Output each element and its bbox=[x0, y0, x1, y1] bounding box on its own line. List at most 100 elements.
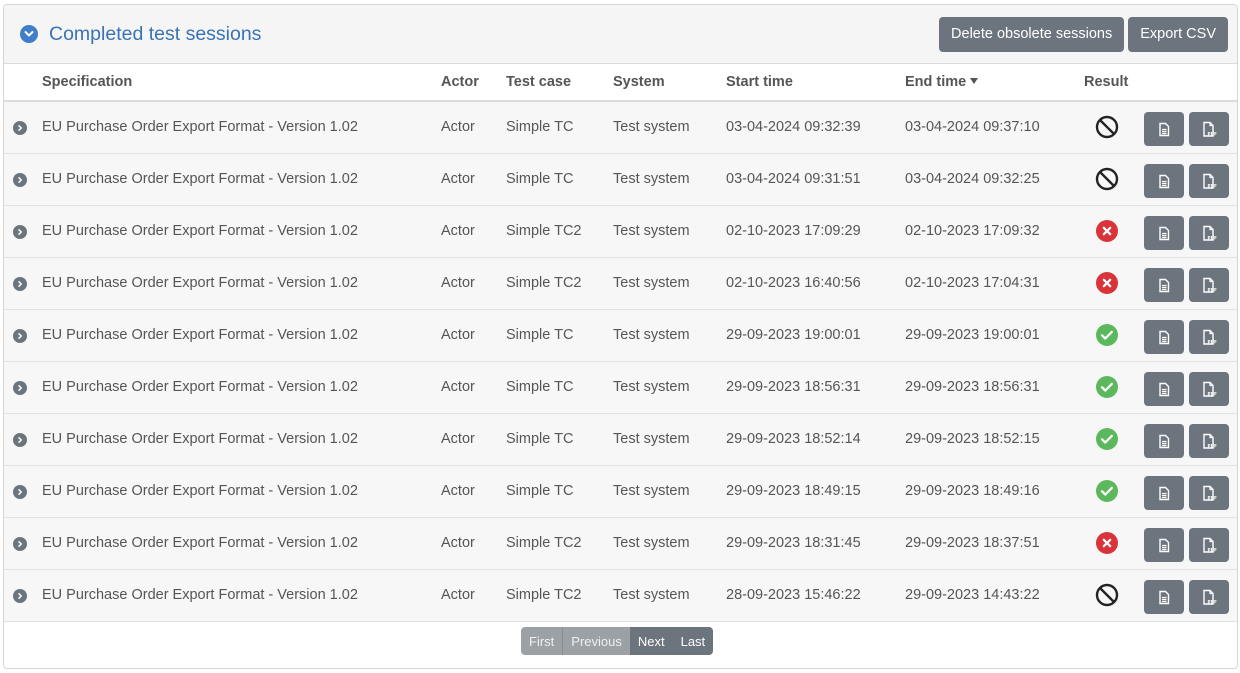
cell-end-time: 29-09-2023 18:56:31 bbox=[905, 379, 1040, 395]
view-report-button[interactable] bbox=[1144, 268, 1184, 302]
export-pdf-button[interactable]: PDF bbox=[1189, 372, 1229, 406]
pdf-report-icon: PDF bbox=[1201, 433, 1217, 450]
table-row[interactable]: EU Purchase Order Export Format - Versio… bbox=[4, 310, 1237, 362]
next-page-button[interactable]: Next bbox=[629, 627, 673, 655]
view-report-button[interactable] bbox=[1144, 424, 1184, 458]
svg-text:PDF: PDF bbox=[1208, 131, 1218, 136]
table-row[interactable]: EU Purchase Order Export Format - Versio… bbox=[4, 102, 1237, 154]
view-report-button[interactable] bbox=[1144, 580, 1184, 614]
table-row[interactable]: EU Purchase Order Export Format - Versio… bbox=[4, 518, 1237, 570]
failure-x-icon bbox=[1095, 531, 1119, 555]
table-row[interactable]: EU Purchase Order Export Format - Versio… bbox=[4, 414, 1237, 466]
undefined-prohibited-icon bbox=[1095, 115, 1119, 139]
view-report-button[interactable] bbox=[1144, 112, 1184, 146]
table-row[interactable]: EU Purchase Order Export Format - Versio… bbox=[4, 258, 1237, 310]
chevron-right-icon[interactable] bbox=[13, 589, 27, 603]
table-row[interactable]: EU Purchase Order Export Format - Versio… bbox=[4, 206, 1237, 258]
chevron-right-icon[interactable] bbox=[13, 121, 27, 135]
cell-system: Test system bbox=[613, 223, 690, 239]
document-icon bbox=[1157, 330, 1171, 345]
view-report-button[interactable] bbox=[1144, 528, 1184, 562]
cell-actor: Actor bbox=[441, 379, 475, 395]
chevron-right-icon[interactable] bbox=[13, 381, 27, 395]
column-header-test-case[interactable]: Test case bbox=[506, 74, 571, 90]
sessions-table-body: EU Purchase Order Export Format - Versio… bbox=[4, 102, 1237, 622]
previous-page-button[interactable]: Previous bbox=[563, 627, 630, 655]
success-check-icon bbox=[1095, 375, 1119, 399]
svg-text:PDF: PDF bbox=[1208, 547, 1218, 552]
svg-text:PDF: PDF bbox=[1208, 339, 1218, 344]
document-icon bbox=[1157, 278, 1171, 293]
panel-header[interactable]: Completed test sessions Delete obsolete … bbox=[4, 5, 1237, 64]
document-icon bbox=[1157, 382, 1171, 397]
cell-specification: EU Purchase Order Export Format - Versio… bbox=[42, 379, 358, 395]
cell-test-case: Simple TC2 bbox=[506, 535, 582, 551]
export-pdf-button[interactable]: PDF bbox=[1189, 320, 1229, 354]
column-header-result: Result bbox=[1084, 74, 1129, 90]
export-pdf-button[interactable]: PDF bbox=[1189, 112, 1229, 146]
cell-system: Test system bbox=[613, 431, 690, 447]
pdf-report-icon: PDF bbox=[1201, 277, 1217, 294]
table-header: Specification Actor Test case System Sta… bbox=[4, 64, 1237, 102]
cell-start-time: 02-10-2023 17:09:29 bbox=[726, 223, 861, 239]
view-report-button[interactable] bbox=[1144, 372, 1184, 406]
table-row[interactable]: EU Purchase Order Export Format - Versio… bbox=[4, 466, 1237, 518]
table-row[interactable]: EU Purchase Order Export Format - Versio… bbox=[4, 362, 1237, 414]
cell-specification: EU Purchase Order Export Format - Versio… bbox=[42, 119, 358, 135]
chevron-right-icon[interactable] bbox=[13, 433, 27, 447]
cell-test-case: Simple TC bbox=[506, 119, 574, 135]
view-report-button[interactable] bbox=[1144, 320, 1184, 354]
column-header-start-time[interactable]: Start time bbox=[726, 74, 793, 90]
chevron-right-icon[interactable] bbox=[13, 537, 27, 551]
table-row[interactable]: EU Purchase Order Export Format - Versio… bbox=[4, 154, 1237, 206]
export-pdf-button[interactable]: PDF bbox=[1189, 580, 1229, 614]
export-pdf-button[interactable]: PDF bbox=[1189, 476, 1229, 510]
cell-test-case: Simple TC bbox=[506, 171, 574, 187]
column-header-specification[interactable]: Specification bbox=[42, 74, 132, 90]
header-actions: Delete obsolete sessions Export CSV bbox=[939, 16, 1228, 52]
undefined-prohibited-icon bbox=[1095, 583, 1119, 607]
cell-actor: Actor bbox=[441, 223, 475, 239]
svg-text:PDF: PDF bbox=[1208, 235, 1218, 240]
document-icon bbox=[1157, 226, 1171, 241]
export-pdf-button[interactable]: PDF bbox=[1189, 528, 1229, 562]
chevron-down-icon[interactable] bbox=[20, 25, 38, 43]
column-header-actor[interactable]: Actor bbox=[441, 74, 479, 90]
view-report-button[interactable] bbox=[1144, 164, 1184, 198]
pdf-report-icon: PDF bbox=[1201, 485, 1217, 502]
end-time-label: End time bbox=[905, 74, 967, 90]
chevron-right-icon[interactable] bbox=[13, 173, 27, 187]
chevron-right-icon[interactable] bbox=[13, 225, 27, 239]
export-pdf-button[interactable]: PDF bbox=[1189, 164, 1229, 198]
cell-start-time: 29-09-2023 19:00:01 bbox=[726, 327, 861, 343]
chevron-right-icon[interactable] bbox=[13, 329, 27, 343]
view-report-button[interactable] bbox=[1144, 476, 1184, 510]
cell-system: Test system bbox=[613, 119, 690, 135]
cell-system: Test system bbox=[613, 535, 690, 551]
chevron-right-icon[interactable] bbox=[13, 485, 27, 499]
table-row[interactable]: EU Purchase Order Export Format - Versio… bbox=[4, 570, 1237, 622]
last-page-button[interactable]: Last bbox=[672, 627, 714, 655]
svg-text:PDF: PDF bbox=[1208, 183, 1218, 188]
completed-sessions-panel: Completed test sessions Delete obsolete … bbox=[3, 4, 1238, 669]
cell-start-time: 03-04-2024 09:32:39 bbox=[726, 119, 861, 135]
failure-x-icon bbox=[1095, 219, 1119, 243]
chevron-right-icon[interactable] bbox=[13, 277, 27, 291]
first-page-button[interactable]: First bbox=[521, 627, 563, 655]
sort-descending-icon bbox=[970, 78, 979, 84]
pagination: First Previous Next Last bbox=[521, 627, 714, 655]
cell-system: Test system bbox=[613, 587, 690, 603]
delete-obsolete-sessions-button[interactable]: Delete obsolete sessions bbox=[939, 16, 1125, 52]
export-pdf-button[interactable]: PDF bbox=[1189, 268, 1229, 302]
document-icon bbox=[1157, 486, 1171, 501]
document-icon bbox=[1157, 122, 1171, 137]
export-csv-button[interactable]: Export CSV bbox=[1128, 16, 1228, 52]
cell-test-case: Simple TC2 bbox=[506, 275, 582, 291]
cell-actor: Actor bbox=[441, 535, 475, 551]
export-pdf-button[interactable]: PDF bbox=[1189, 216, 1229, 250]
export-pdf-button[interactable]: PDF bbox=[1189, 424, 1229, 458]
column-header-system[interactable]: System bbox=[613, 74, 665, 90]
view-report-button[interactable] bbox=[1144, 216, 1184, 250]
column-header-end-time[interactable]: End time bbox=[905, 74, 979, 90]
cell-system: Test system bbox=[613, 379, 690, 395]
